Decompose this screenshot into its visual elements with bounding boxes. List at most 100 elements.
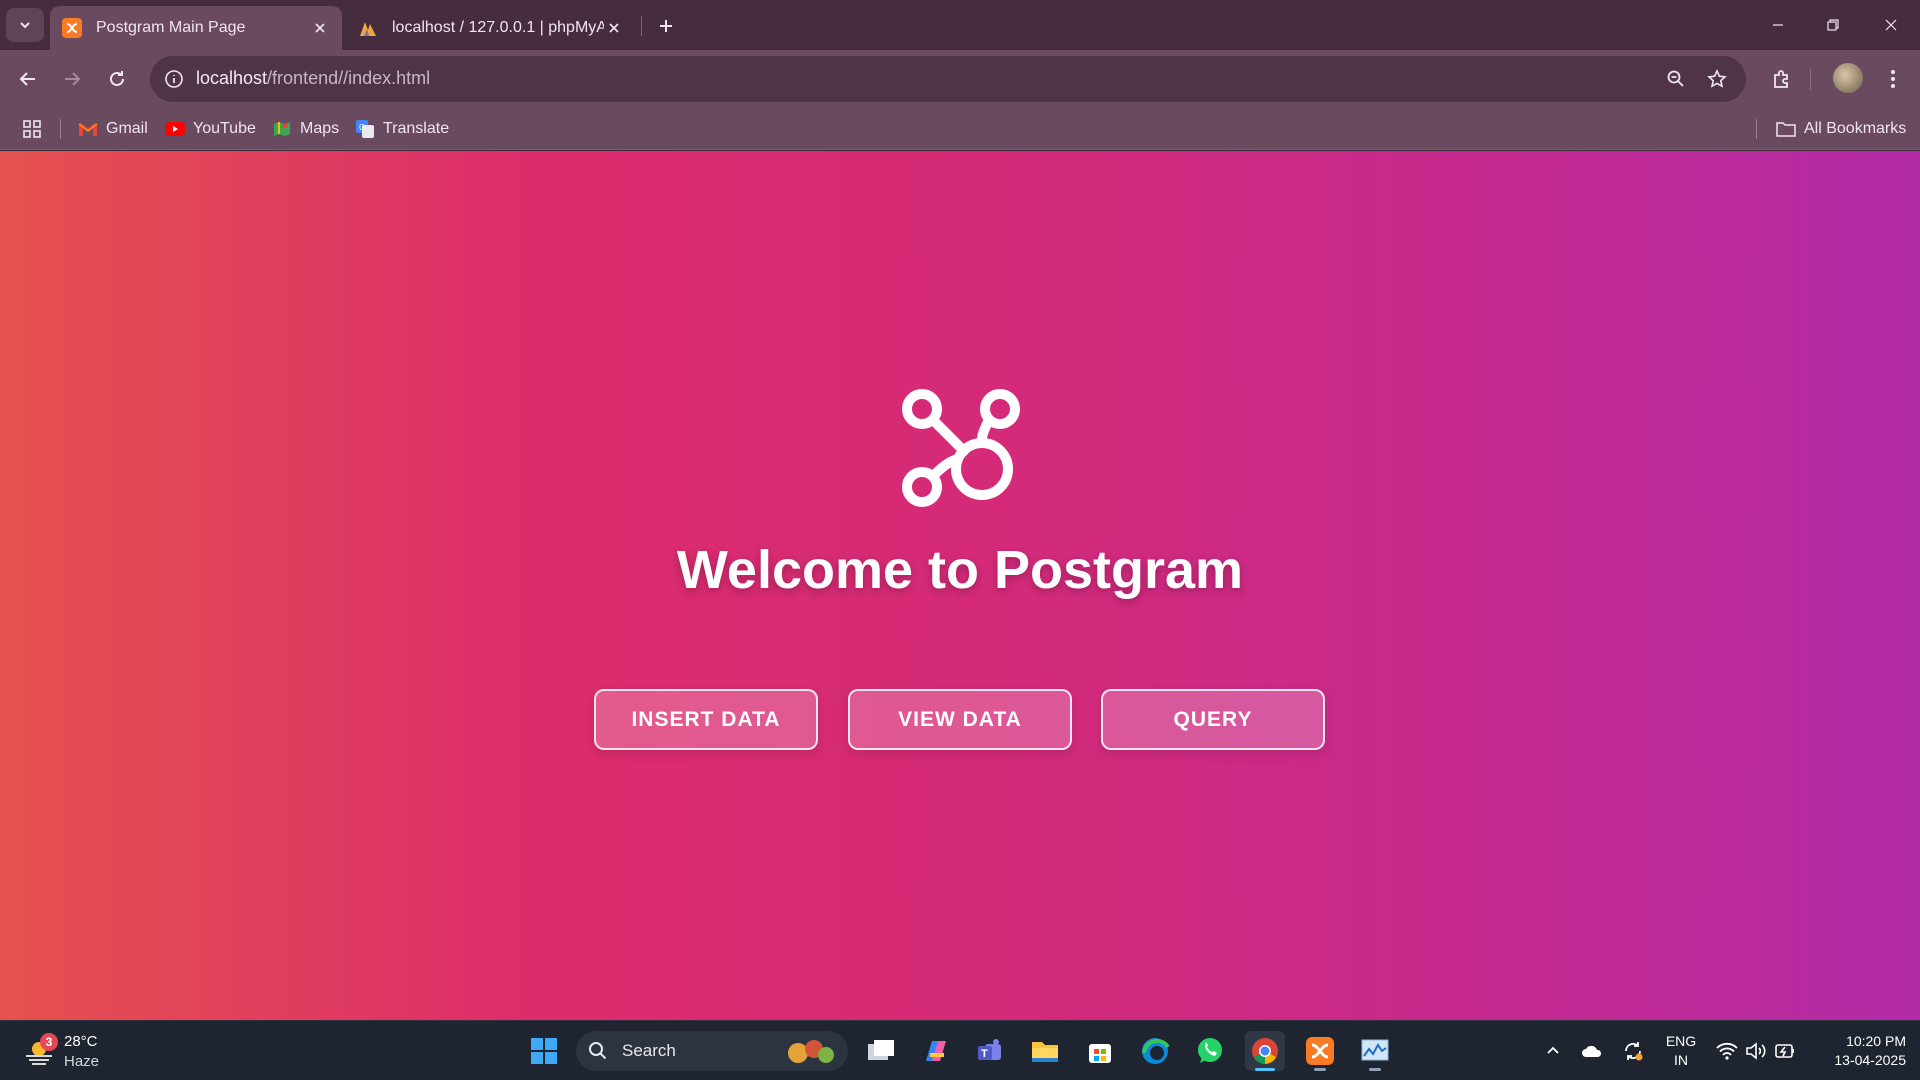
search-icon [589, 1042, 607, 1060]
action-buttons: INSERT DATA VIEW DATA QUERY [594, 689, 1327, 750]
wifi-tray[interactable] [1715, 1039, 1739, 1063]
svg-text:G: G [359, 123, 365, 132]
taskbar-file-explorer[interactable] [1025, 1031, 1065, 1071]
folder-icon [1776, 119, 1796, 139]
bookmark-label: Gmail [106, 120, 148, 137]
view-data-button[interactable]: VIEW DATA [848, 689, 1072, 750]
profile-avatar[interactable] [1833, 63, 1863, 93]
chrome-icon [1252, 1038, 1278, 1064]
clock-date: 13-04-2025 [1834, 1052, 1906, 1068]
arrow-left-icon [19, 72, 35, 86]
tab-title: localhost / 127.0.0.1 | phpMyAd [392, 19, 604, 36]
search-label: Search [622, 1041, 676, 1060]
browser-toolbar: localhost/frontend//index.html [0, 50, 1920, 108]
file-explorer-icon [1032, 1042, 1058, 1062]
minimize-icon [1773, 24, 1783, 26]
maps-icon [272, 119, 292, 139]
toolbar-divider [1810, 68, 1811, 90]
minimize-button[interactable] [1758, 10, 1798, 40]
reload-button[interactable] [102, 64, 132, 94]
app-indicator [1314, 1068, 1326, 1071]
postgram-main-page: Welcome to Postgram INSERT DATA VIEW DAT… [0, 151, 1920, 1020]
restore-button[interactable] [1813, 10, 1853, 40]
bookmark-gmail[interactable]: Gmail [78, 117, 148, 141]
close-window-button[interactable] [1871, 10, 1911, 40]
bookmark-youtube[interactable]: YouTube [165, 117, 256, 141]
menu-button[interactable] [1878, 64, 1908, 94]
taskbar-store[interactable] [1080, 1031, 1120, 1071]
battery-tray[interactable] [1773, 1039, 1797, 1063]
taskbar-teams[interactable]: T [970, 1031, 1010, 1071]
taskbar-search[interactable]: Search [576, 1031, 848, 1071]
tab-title: Postgram Main Page [96, 19, 246, 36]
restore-icon [1827, 19, 1839, 31]
taskbar-whatsapp[interactable] [1190, 1031, 1230, 1071]
zoom-icon[interactable] [1664, 67, 1688, 91]
bookmarks-bar: Gmail YouTube Maps G Translate All Bookm… [0, 108, 1920, 150]
search-highlight-icon [788, 1040, 834, 1063]
back-button[interactable] [13, 64, 43, 94]
wifi-icon [1716, 1042, 1738, 1060]
language-line1: ENG [1665, 1033, 1697, 1049]
close-tab-icon[interactable] [604, 18, 624, 38]
insert-data-button[interactable]: INSERT DATA [594, 689, 818, 750]
bookmark-star-icon[interactable] [1705, 67, 1729, 91]
copilot-icon [926, 1041, 946, 1061]
xampp-icon [1306, 1037, 1334, 1065]
weather-widget[interactable]: 3 28°C Haze [20, 1029, 130, 1073]
start-icon [531, 1038, 557, 1064]
apps-grid-icon[interactable] [20, 117, 44, 141]
tab-search-button[interactable] [6, 8, 44, 42]
taskbar-copilot[interactable] [915, 1031, 955, 1071]
sync-tray[interactable] [1621, 1039, 1645, 1063]
bookmark-divider [60, 119, 61, 139]
new-tab-button[interactable] [652, 12, 680, 40]
language-indicator[interactable]: ENG IN [1660, 1032, 1702, 1070]
puzzle-icon [1774, 70, 1788, 88]
task-view-icon [868, 1040, 894, 1060]
all-bookmarks[interactable]: All Bookmarks [1776, 117, 1906, 141]
bookmark-divider [1756, 119, 1757, 139]
battery-charging-icon [1775, 1044, 1794, 1058]
taskbar-task-view[interactable] [861, 1031, 901, 1071]
bookmark-maps[interactable]: Maps [272, 117, 339, 141]
volume-tray[interactable] [1744, 1039, 1768, 1063]
reload-icon [110, 71, 124, 86]
chevron-up-icon [1547, 1046, 1559, 1054]
close-tab-icon[interactable] [310, 18, 330, 38]
onedrive-tray[interactable] [1580, 1039, 1604, 1063]
system-clock[interactable]: 10:20 PM 13-04-2025 [1806, 1032, 1906, 1070]
forward-button[interactable] [57, 64, 87, 94]
taskbar-resource-monitor[interactable] [1355, 1031, 1395, 1071]
app-indicator [1255, 1068, 1275, 1071]
taskbar-chrome[interactable] [1245, 1031, 1285, 1071]
bookmark-label: YouTube [193, 120, 256, 137]
tab-phpmyadmin[interactable]: localhost / 127.0.0.1 | phpMyAd [346, 6, 636, 50]
page-title: Welcome to Postgram [676, 540, 1244, 600]
windows-taskbar: 3 28°C Haze Search T ENG IN 10:20 PM 13-… [0, 1020, 1920, 1080]
tab-postgram[interactable]: Postgram Main Page [50, 6, 342, 50]
more-vertical-icon [1891, 70, 1895, 88]
taskbar-edge[interactable] [1135, 1031, 1175, 1071]
extensions-button[interactable] [1767, 64, 1797, 94]
edge-icon [1142, 1038, 1170, 1064]
bookmark-label: Maps [300, 120, 340, 137]
teams-icon: T [978, 1039, 1001, 1060]
arrow-right-icon [65, 72, 81, 86]
clock-time: 10:20 PM [1846, 1033, 1906, 1049]
query-button[interactable]: QUERY [1101, 689, 1325, 750]
bookmark-translate[interactable]: G Translate [355, 117, 449, 141]
volume-icon [1746, 1042, 1766, 1060]
taskbar-xampp[interactable] [1300, 1031, 1340, 1071]
close-icon [1885, 19, 1897, 31]
sync-icon [1625, 1042, 1643, 1061]
start-button[interactable] [524, 1031, 564, 1071]
chevron-down-icon [20, 22, 30, 29]
site-info-icon[interactable] [162, 67, 186, 91]
show-hidden-icons[interactable] [1541, 1039, 1565, 1063]
weather-badge: 3 [40, 1033, 58, 1051]
store-icon [1089, 1044, 1111, 1063]
xampp-icon [62, 18, 82, 38]
app-indicator [1369, 1068, 1381, 1071]
address-bar[interactable]: localhost/frontend//index.html [150, 56, 1746, 102]
